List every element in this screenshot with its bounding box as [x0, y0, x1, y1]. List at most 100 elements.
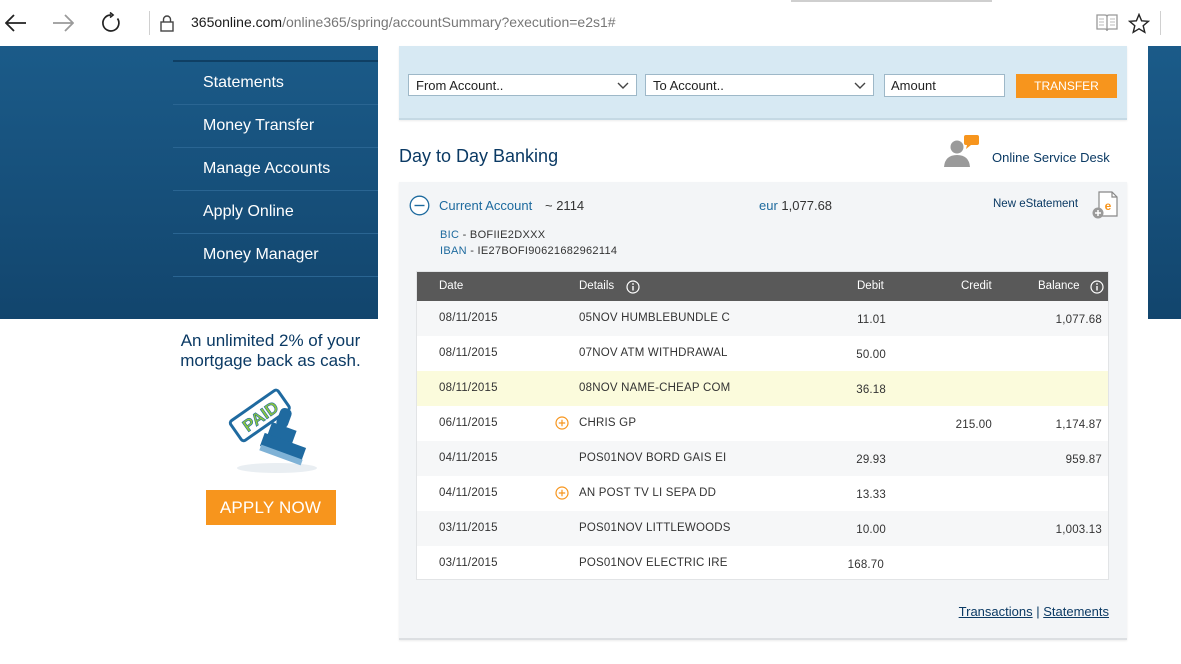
back-button[interactable] [1, 8, 31, 38]
account-name-link[interactable]: Current Account [439, 198, 532, 213]
row-details: AN POST TV LI SEPA DD [579, 487, 717, 499]
collapse-minus-icon[interactable] [409, 195, 430, 216]
sidebar-nav: Statements Money Transfer Manage Account… [173, 60, 378, 277]
quick-transfer-panel: From Account.. To Account.. TRANSFER [399, 46, 1127, 120]
row-debit: 50.00 [856, 349, 886, 361]
from-account-select[interactable]: From Account.. [408, 74, 637, 96]
row-balance: 959.87 [1065, 454, 1102, 466]
address-divider [149, 11, 150, 35]
amount-input[interactable] [884, 74, 1005, 97]
header-date[interactable]: Date [439, 280, 463, 292]
promo-text: An unlimited 2% of your mortgage back as… [180, 331, 361, 370]
forward-button[interactable] [48, 8, 78, 38]
new-estatement-link[interactable]: New eStatement [993, 198, 1078, 210]
account-number: ~ 2114 [545, 198, 585, 213]
sidebar-item-manage-accounts[interactable]: Manage Accounts [173, 148, 378, 191]
bic-value: - BOFIIE2DXXX [462, 229, 546, 241]
transfer-button[interactable]: TRANSFER [1016, 74, 1117, 98]
to-account-label: To Account.. [653, 78, 724, 93]
table-row[interactable]: 08/11/2015 05NOV HUMBLEBUNDLE C 11.01 1,… [417, 301, 1108, 336]
sidebar-item-money-manager[interactable]: Money Manager [173, 234, 378, 277]
table-row[interactable]: 03/11/2015 POS01NOV ELECTRIC IRE 168.70 [417, 546, 1108, 581]
sidebar-item-apply-online[interactable]: Apply Online [173, 191, 378, 234]
sidebar-item-statements[interactable]: Statements [173, 62, 378, 105]
header-debit[interactable]: Debit [857, 280, 884, 292]
expand-plus-icon[interactable] [555, 486, 569, 500]
iban-line: IBAN - IE27BOFI90621682962114 [440, 245, 617, 257]
row-debit: 36.18 [856, 384, 886, 396]
estatement-document-icon[interactable]: e [1091, 190, 1119, 220]
chevron-down-icon [854, 82, 866, 89]
tab-indicator [791, 0, 992, 2]
favorite-star-icon[interactable] [1128, 13, 1150, 34]
iban-label: IBAN [440, 245, 467, 257]
balance-info-icon[interactable] [1090, 280, 1104, 294]
row-date: 08/11/2015 [439, 347, 498, 359]
row-details: 05NOV HUMBLEBUNDLE C [579, 312, 730, 324]
table-body: 08/11/2015 05NOV HUMBLEBUNDLE C 11.01 1,… [417, 301, 1108, 581]
row-debit: 13.33 [856, 489, 886, 501]
from-account-label: From Account.. [416, 78, 504, 93]
iban-value: - IE27BOFI90621682962114 [470, 245, 618, 257]
url-path: /online365/spring/accountSummary?executi… [282, 14, 616, 30]
row-details: POS01NOV LITTLEWOODS [579, 522, 731, 534]
statements-link[interactable]: Statements [1043, 604, 1109, 619]
service-desk-agent-icon [944, 135, 979, 167]
row-date: 04/11/2015 [439, 487, 498, 499]
chevron-down-icon [617, 82, 629, 89]
svg-text:e: e [1105, 199, 1112, 213]
to-account-select[interactable]: To Account.. [645, 74, 874, 96]
account-card: Current Account ~ 2114 eur 1,077.68 New … [399, 182, 1127, 640]
expand-plus-icon[interactable] [555, 416, 569, 430]
table-row-highlighted[interactable]: 08/11/2015 08NOV NAME-CHEAP COM 36.18 [417, 371, 1108, 406]
table-row[interactable]: 08/11/2015 07NOV ATM WITHDRAWAL 50.00 [417, 336, 1108, 371]
row-details: POS01NOV ELECTRIC IRE [579, 557, 728, 569]
balance-amount: 1,077.68 [781, 198, 833, 213]
header-credit[interactable]: Credit [961, 280, 992, 292]
account-footer-links: Transactions | Statements [959, 604, 1109, 619]
back-arrow-icon [5, 14, 26, 32]
reading-view-icon[interactable] [1096, 13, 1118, 33]
forward-arrow-icon [53, 14, 74, 32]
transactions-link[interactable]: Transactions [959, 604, 1033, 619]
refresh-button[interactable] [96, 8, 126, 38]
row-details: 08NOV NAME-CHEAP COM [579, 382, 731, 394]
row-details: POS01NOV BORD GAIS EI [579, 452, 727, 464]
table-row[interactable]: 06/11/2015 CHRIS GP 215.00 1,174.87 [417, 406, 1108, 441]
row-balance: 1,003.13 [1055, 524, 1102, 536]
table-row[interactable]: 04/11/2015 POS01NOV BORD GAIS EI 29.93 9… [417, 441, 1108, 476]
url-host: 365online.com [191, 14, 283, 30]
row-debit: 168.70 [847, 559, 884, 571]
bic-label: BIC [440, 229, 460, 241]
section-title: Day to Day Banking [399, 146, 559, 166]
lock-icon [160, 15, 174, 32]
row-details: 07NOV ATM WITHDRAWAL [579, 347, 728, 359]
table-header: Date Details Debit Credit Balance [417, 272, 1108, 301]
row-credit: 215.00 [955, 419, 992, 431]
footer-separator: | [1036, 604, 1040, 619]
account-balance: eur 1,077.68 [759, 198, 832, 213]
refresh-icon [102, 12, 120, 32]
balance-currency: eur [759, 198, 778, 213]
row-date: 08/11/2015 [439, 382, 498, 394]
header-balance[interactable]: Balance [1038, 280, 1080, 292]
sidebar-item-money-transfer[interactable]: Money Transfer [173, 105, 378, 148]
header-details[interactable]: Details [579, 280, 614, 292]
toolbar-divider [1160, 11, 1161, 35]
mortgage-promo: An unlimited 2% of your mortgage back as… [173, 331, 368, 525]
row-debit: 29.93 [856, 454, 886, 466]
row-debit: 10.00 [856, 524, 886, 536]
row-balance: 1,077.68 [1055, 314, 1102, 326]
row-details: CHRIS GP [579, 417, 637, 429]
apply-now-button[interactable]: APPLY NOW [205, 490, 336, 525]
row-date: 06/11/2015 [439, 417, 498, 429]
service-desk-label: Online Service Desk [992, 150, 1110, 165]
browser-toolbar: 365online.com/online365/spring/accountSu… [0, 0, 1181, 47]
address-bar[interactable]: 365online.com/online365/spring/accountSu… [191, 14, 616, 30]
row-date: 03/11/2015 [439, 557, 498, 569]
table-row[interactable]: 03/11/2015 POS01NOV LITTLEWOODS 10.00 1,… [417, 511, 1108, 546]
table-row[interactable]: 04/11/2015 AN POST TV LI SEPA DD 13.33 [417, 476, 1108, 511]
details-info-icon[interactable] [626, 280, 640, 294]
transactions-table: Date Details Debit Credit Balance 08/11/… [416, 271, 1109, 580]
row-date: 08/11/2015 [439, 312, 498, 324]
